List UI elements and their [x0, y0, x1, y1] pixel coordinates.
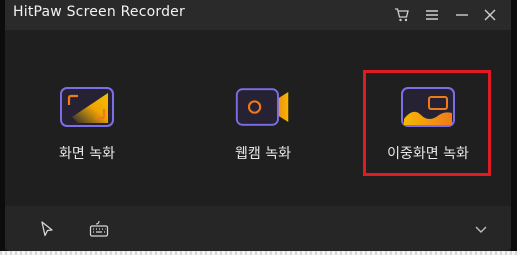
- close-icon: [484, 9, 496, 21]
- screen-record-label: 화면 녹화: [59, 146, 115, 162]
- expand-button[interactable]: [469, 218, 493, 240]
- minimize-button[interactable]: [451, 4, 473, 26]
- chevron-down-icon: [475, 226, 487, 233]
- app-window: HitPaw Screen Recorder 화면 녹화 웹캠 녹화 이중화면 …: [5, 0, 511, 251]
- screen-record-icon: [60, 87, 114, 127]
- webcam-record-icon: [235, 88, 289, 126]
- menu-button[interactable]: [421, 4, 443, 26]
- cart-button[interactable]: [391, 4, 413, 26]
- close-button[interactable]: [479, 4, 501, 26]
- title-bar[interactable]: HitPaw Screen Recorder: [5, 0, 511, 30]
- app-title: HitPaw Screen Recorder: [13, 4, 185, 20]
- keyboard-icon: [89, 220, 109, 237]
- cursor-icon: [41, 221, 53, 237]
- minimize-icon: [456, 14, 468, 16]
- bottom-toolbar: [5, 206, 511, 251]
- webcam-record-mode[interactable]: 웹캠 녹화: [193, 85, 333, 175]
- cart-icon: [395, 8, 409, 22]
- screen-record-mode[interactable]: 화면 녹화: [17, 85, 157, 175]
- desktop-edge-bottom: [0, 251, 517, 255]
- desktop-edge-right: [511, 0, 517, 255]
- selection-highlight: [363, 70, 491, 176]
- menu-icon: [426, 10, 438, 20]
- cursor-button[interactable]: [35, 218, 59, 240]
- webcam-record-label: 웹캠 녹화: [235, 146, 291, 162]
- keyboard-button[interactable]: [87, 218, 111, 240]
